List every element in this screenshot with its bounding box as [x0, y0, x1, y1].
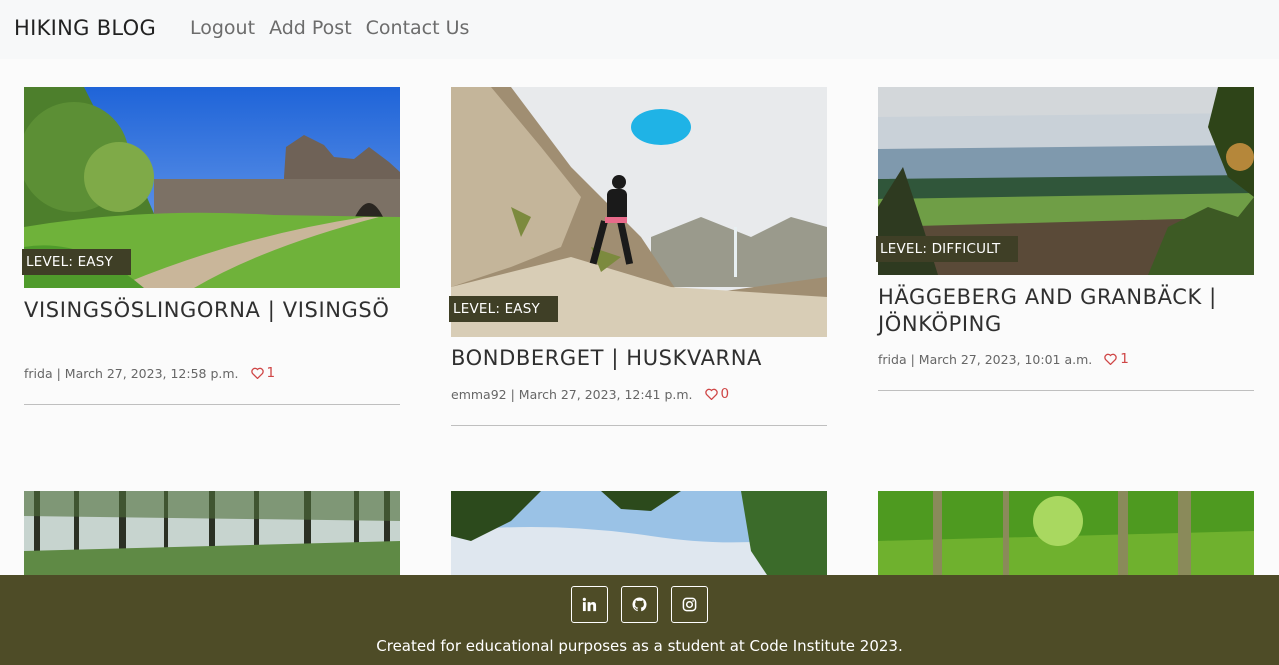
card-divider: [451, 425, 827, 426]
nav-add-post-link[interactable]: Add Post: [269, 17, 352, 39]
level-badge: LEVEL: EASY: [22, 249, 131, 275]
heart-icon: [704, 388, 718, 400]
post-meta: emma92 | March 27, 2023, 12:41 p.m. 0: [451, 386, 730, 402]
heart-icon: [250, 367, 264, 379]
like-count[interactable]: 0: [704, 386, 730, 402]
like-number: 1: [1120, 351, 1129, 367]
level-badge: LEVEL: EASY: [449, 296, 558, 322]
post-image-lakeside-trees[interactable]: [451, 491, 827, 581]
post-title[interactable]: BONDBERGET | HUSKVARNA: [451, 345, 827, 372]
post-card[interactable]: [24, 491, 400, 581]
footer-text: Created for educational purposes as a st…: [376, 637, 903, 655]
instagram-icon: [682, 597, 697, 612]
post-date: March 27, 2023, 12:41 p.m.: [518, 386, 693, 402]
post-meta: frida | March 27, 2023, 10:01 a.m. 1: [878, 351, 1129, 367]
post-image-beech-forest[interactable]: [878, 491, 1254, 581]
post-card[interactable]: [878, 491, 1254, 581]
post-card[interactable]: LEVEL: EASY BONDBERGET | HUSKVARNA emma9…: [449, 87, 827, 427]
heart-icon: [1104, 353, 1117, 365]
brand-logo[interactable]: HIKING BLOG: [14, 16, 156, 40]
level-badge: LEVEL: DIFFICULT: [876, 236, 1019, 262]
footer: Created for educational purposes as a st…: [0, 575, 1279, 665]
like-count[interactable]: 1: [250, 365, 276, 381]
social-links: [571, 586, 708, 623]
navbar: HIKING BLOG Logout Add Post Contact Us: [0, 0, 1279, 59]
post-author: emma92: [451, 386, 507, 402]
post-card[interactable]: LEVEL: EASY VISINGSÖSLINGORNA | VISINGSÖ…: [22, 87, 400, 407]
github-button[interactable]: [621, 586, 658, 623]
post-author: frida: [878, 351, 907, 367]
github-icon: [632, 597, 647, 612]
like-number: 1: [266, 365, 276, 381]
post-card[interactable]: [451, 491, 827, 581]
post-author: frida: [24, 365, 53, 381]
instagram-button[interactable]: [671, 586, 708, 623]
nav-links: Logout Add Post Contact Us: [190, 17, 469, 39]
post-meta: frida | March 27, 2023, 12:58 p.m. 1: [24, 365, 276, 381]
nav-logout-link[interactable]: Logout: [190, 17, 255, 39]
like-count[interactable]: 1: [1104, 351, 1129, 367]
linkedin-button[interactable]: [571, 586, 608, 623]
post-title[interactable]: HÄGGEBERG AND GRANBÄCK | JÖNKÖPING: [878, 284, 1254, 338]
post-date: March 27, 2023, 12:58 p.m.: [64, 365, 239, 381]
like-number: 0: [720, 386, 730, 402]
card-divider: [878, 390, 1254, 391]
post-title[interactable]: VISINGSÖSLINGORNA | VISINGSÖ: [24, 297, 400, 324]
post-image-pine-forest[interactable]: [24, 491, 400, 581]
post-date: March 27, 2023, 10:01 a.m.: [918, 351, 1093, 367]
linkedin-icon: [582, 597, 597, 612]
post-card[interactable]: LEVEL: DIFFICULT HÄGGEBERG AND GRANBÄCK …: [876, 87, 1254, 397]
nav-contact-link[interactable]: Contact Us: [366, 17, 470, 39]
card-divider: [24, 404, 400, 405]
